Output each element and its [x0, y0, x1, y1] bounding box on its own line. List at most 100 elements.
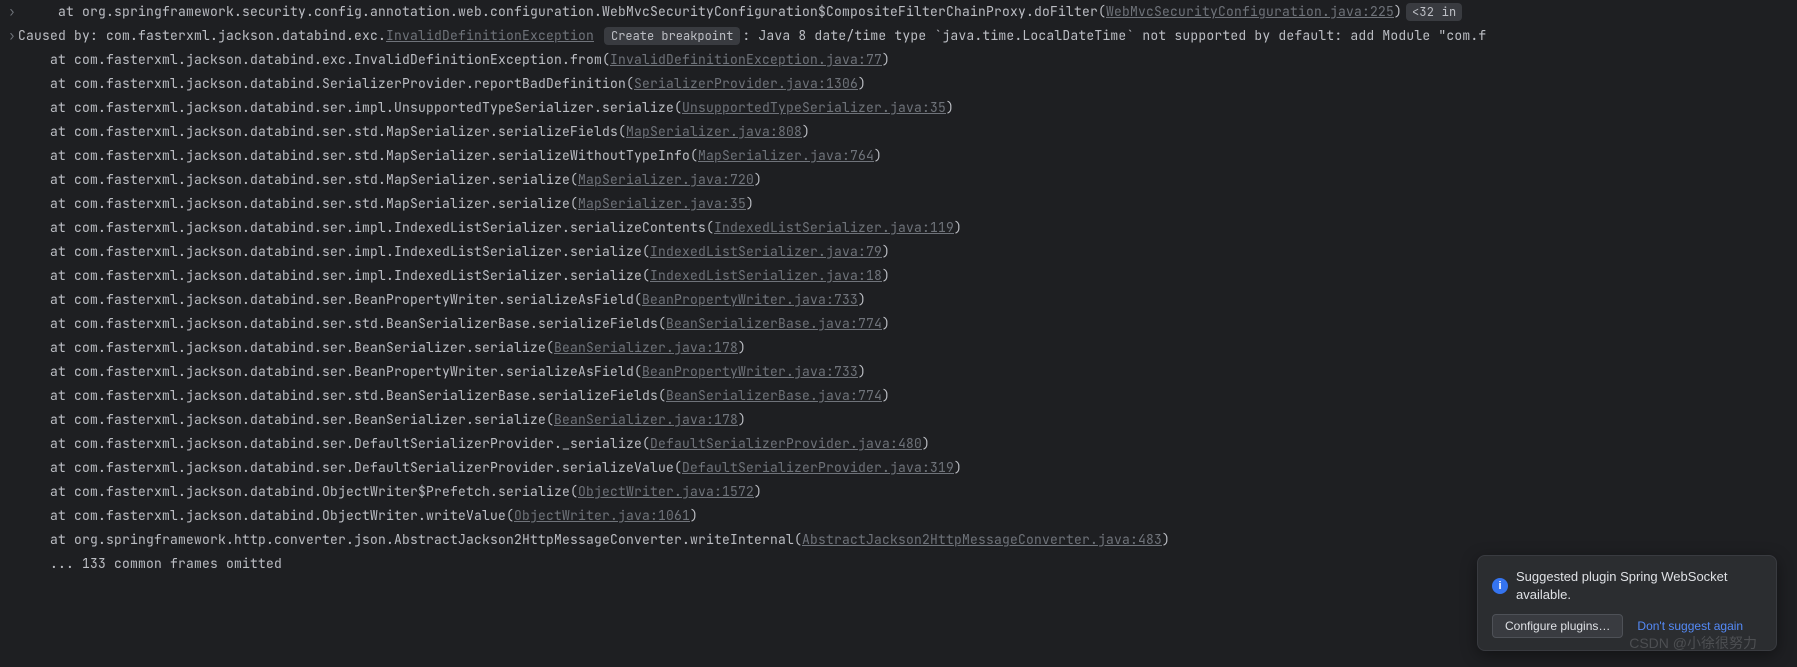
stack-frame-line: at com.fasterxml.jackson.databind.ser.st…: [8, 384, 1797, 408]
at-keyword: at: [18, 171, 74, 188]
at-keyword: at: [18, 483, 74, 500]
method-name: com.fasterxml.jackson.databind.ObjectWri…: [74, 483, 570, 500]
method-name: com.fasterxml.jackson.databind.ser.std.B…: [74, 315, 658, 332]
indent-spacer: [8, 96, 18, 120]
stack-frame-line: at com.fasterxml.jackson.databind.ser.De…: [8, 456, 1797, 480]
stack-frame-line: at com.fasterxml.jackson.databind.ser.im…: [8, 264, 1797, 288]
source-link[interactable]: MapSerializer.java:764: [698, 147, 874, 164]
method-name: com.fasterxml.jackson.databind.ser.BeanP…: [74, 291, 634, 308]
source-link[interactable]: BeanSerializer.java:178: [554, 339, 738, 356]
indent-spacer: [8, 240, 18, 264]
at-keyword: at: [18, 267, 74, 284]
at-keyword: at: [18, 459, 74, 476]
source-link[interactable]: DefaultSerializerProvider.java:480: [650, 435, 922, 452]
stack-frame-line: at com.fasterxml.jackson.databind.Object…: [8, 504, 1797, 528]
source-link[interactable]: BeanPropertyWriter.java:733: [642, 291, 858, 308]
at-keyword: at: [18, 291, 74, 308]
plugin-suggestion-notification: i Suggested plugin Spring WebSocket avai…: [1477, 555, 1777, 651]
source-link[interactable]: BeanSerializerBase.java:774: [666, 387, 882, 404]
at-keyword: at: [18, 315, 74, 332]
at-keyword: at: [18, 147, 74, 164]
indent-spacer: [8, 120, 18, 144]
indent-spacer: [8, 144, 18, 168]
method-name: com.fasterxml.jackson.databind.ser.std.M…: [74, 147, 690, 164]
method-name: com.fasterxml.jackson.databind.ser.BeanS…: [74, 411, 546, 428]
stack-frame-line: at com.fasterxml.jackson.databind.ser.st…: [8, 120, 1797, 144]
source-link[interactable]: MapSerializer.java:808: [626, 123, 802, 140]
method-name: com.fasterxml.jackson.databind.ser.std.M…: [74, 123, 618, 140]
source-link[interactable]: WebMvcSecurityConfiguration.java:225: [1106, 3, 1394, 20]
source-link[interactable]: InvalidDefinitionException.java:77: [610, 51, 882, 68]
at-keyword: at: [18, 363, 74, 380]
stack-frame-line: at org.springframework.http.converter.js…: [8, 528, 1797, 552]
stack-frame-line: at com.fasterxml.jackson.databind.ser.Be…: [8, 408, 1797, 432]
stack-trace-console[interactable]: › at org.springframework.security.config…: [0, 0, 1797, 576]
exception-link[interactable]: InvalidDefinitionException: [386, 27, 594, 44]
indent-spacer: [8, 408, 18, 432]
source-link[interactable]: SerializerProvider.java:1306: [634, 75, 858, 92]
at-keyword: at: [18, 243, 74, 260]
indent-spacer: [8, 528, 18, 552]
indent-spacer: [8, 168, 18, 192]
source-link[interactable]: IndexedListSerializer.java:119: [714, 219, 954, 236]
stack-frame-line: at com.fasterxml.jackson.databind.Serial…: [8, 72, 1797, 96]
at-keyword: at: [18, 411, 74, 428]
source-link[interactable]: MapSerializer.java:720: [578, 171, 754, 188]
expand-icon[interactable]: ›: [8, 0, 18, 24]
at-keyword: at: [18, 51, 74, 68]
method-name: com.fasterxml.jackson.databind.ser.std.M…: [74, 171, 570, 188]
source-link[interactable]: ObjectWriter.java:1061: [514, 507, 690, 524]
method-name: org.springframework.security.config.anno…: [82, 3, 1098, 20]
notification-actions: Configure plugins… Don't suggest again: [1492, 614, 1762, 638]
method-name: com.fasterxml.jackson.databind.ser.Defau…: [74, 435, 642, 452]
stack-frame-line: at com.fasterxml.jackson.databind.Object…: [8, 480, 1797, 504]
source-link[interactable]: BeanSerializer.java:178: [554, 411, 738, 428]
dont-suggest-link[interactable]: Don't suggest again: [1637, 617, 1743, 635]
method-name: com.fasterxml.jackson.databind.ser.impl.…: [74, 267, 642, 284]
stack-frame-line: at com.fasterxml.jackson.databind.ser.De…: [8, 432, 1797, 456]
configure-plugins-button[interactable]: Configure plugins…: [1492, 614, 1623, 638]
notification-header: i Suggested plugin Spring WebSocket avai…: [1492, 568, 1762, 604]
source-link[interactable]: BeanPropertyWriter.java:733: [642, 363, 858, 380]
source-link[interactable]: DefaultSerializerProvider.java:319: [682, 459, 954, 476]
caused-by-line: ›Caused by: com.fasterxml.jackson.databi…: [8, 24, 1797, 48]
source-link[interactable]: IndexedListSerializer.java:18: [650, 267, 882, 284]
method-name: org.springframework.http.converter.json.…: [74, 531, 794, 548]
stack-frame-line: at com.fasterxml.jackson.databind.ser.im…: [8, 240, 1797, 264]
indent-spacer: [8, 192, 18, 216]
at-keyword: at: [18, 435, 74, 452]
source-link[interactable]: MapSerializer.java:35: [578, 195, 746, 212]
indent-spacer: [8, 48, 18, 72]
indent-spacer: [8, 336, 18, 360]
method-name: com.fasterxml.jackson.databind.exc.Inval…: [74, 51, 602, 68]
source-link[interactable]: BeanSerializerBase.java:774: [666, 315, 882, 332]
method-name: com.fasterxml.jackson.databind.ser.Defau…: [74, 459, 674, 476]
source-link[interactable]: UnsupportedTypeSerializer.java:35: [682, 99, 946, 116]
source-link[interactable]: IndexedListSerializer.java:79: [650, 243, 882, 260]
method-name: com.fasterxml.jackson.databind.Serialize…: [74, 75, 626, 92]
method-name: com.fasterxml.jackson.databind.ser.std.B…: [74, 387, 658, 404]
indent-spacer: [8, 384, 18, 408]
expand-icon[interactable]: ›: [8, 24, 18, 48]
indent-spacer: [8, 288, 18, 312]
notification-title: Suggested plugin Spring WebSocket availa…: [1516, 568, 1762, 604]
indent-spacer: [8, 480, 18, 504]
stack-frame-line: at com.fasterxml.jackson.databind.exc.In…: [8, 48, 1797, 72]
source-link[interactable]: ObjectWriter.java:1572: [578, 483, 754, 500]
stack-frame-line: at com.fasterxml.jackson.databind.ser.st…: [8, 192, 1797, 216]
stack-frame-line: at com.fasterxml.jackson.databind.ser.im…: [8, 216, 1797, 240]
source-link[interactable]: AbstractJackson2HttpMessageConverter.jav…: [802, 531, 1162, 548]
at-keyword: at: [18, 99, 74, 116]
at-keyword: at: [18, 75, 74, 92]
create-breakpoint-button[interactable]: Create breakpoint: [604, 27, 740, 45]
stack-frame-line: at com.fasterxml.jackson.databind.ser.st…: [8, 144, 1797, 168]
method-name: com.fasterxml.jackson.databind.ser.std.M…: [74, 195, 570, 212]
indent-spacer: [8, 432, 18, 456]
method-name: com.fasterxml.jackson.databind.ObjectWri…: [74, 507, 506, 524]
info-icon: i: [1492, 578, 1508, 594]
at-keyword: at: [18, 507, 74, 524]
at-keyword: at: [18, 123, 74, 140]
indent-spacer: [8, 456, 18, 480]
indent-spacer: [8, 72, 18, 96]
internal-calls-tag[interactable]: <32 in: [1406, 3, 1462, 21]
